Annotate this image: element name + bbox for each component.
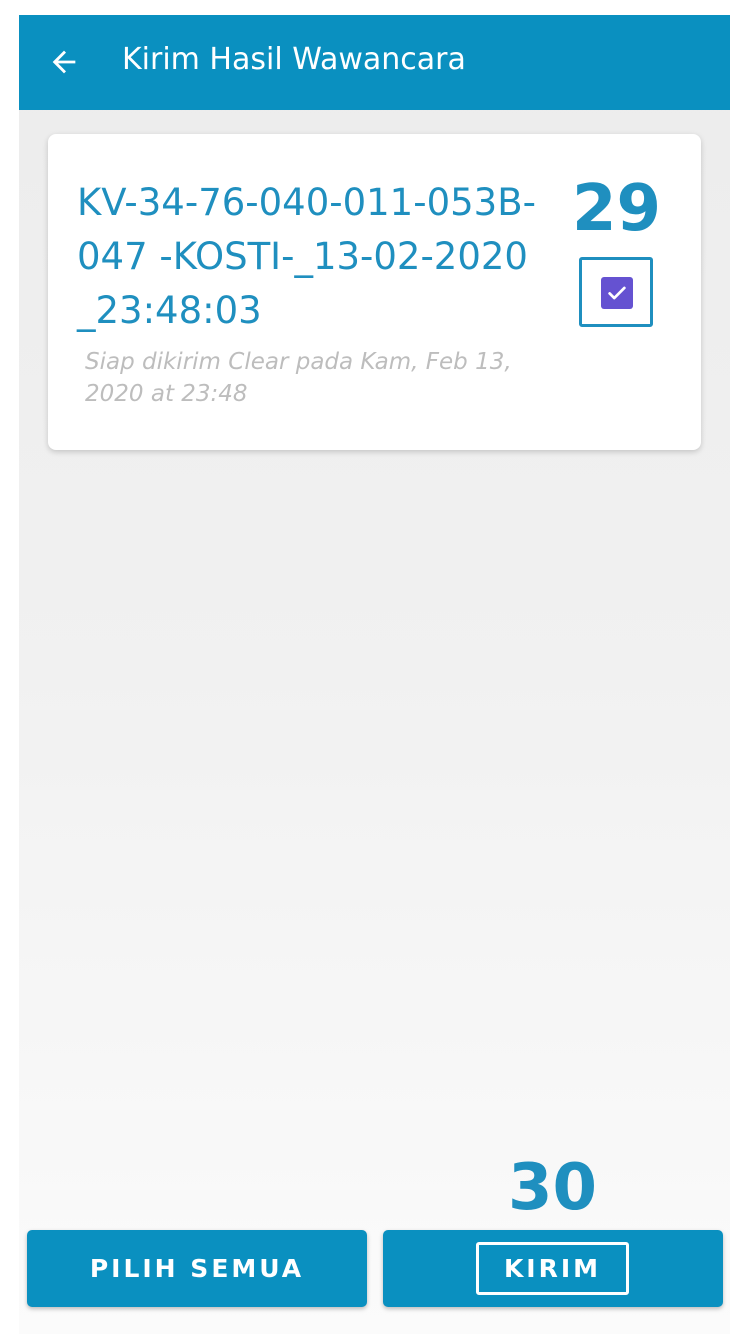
check-icon bbox=[608, 286, 626, 300]
interview-status: Siap dikirim Clear pada Kam, Feb 13, 202… bbox=[85, 349, 512, 407]
send-button[interactable]: KIRIM bbox=[383, 1230, 723, 1307]
annotation-label-send: 30 bbox=[508, 1151, 598, 1225]
annotation-label-checkbox: 29 bbox=[572, 172, 662, 246]
page-title: Kirim Hasil Wawancara bbox=[122, 42, 466, 77]
checkbox-highlight-frame[interactable] bbox=[579, 257, 653, 327]
interview-filename: KV-34-76-040-011-053B-047 -KOSTI-_13-02-… bbox=[77, 181, 536, 332]
select-all-button[interactable]: PILIH SEMUA bbox=[27, 1230, 367, 1307]
interview-card[interactable]: KV-34-76-040-011-053B-047 -KOSTI-_13-02-… bbox=[48, 134, 701, 450]
send-button-label: KIRIM bbox=[476, 1242, 629, 1295]
app-screen: Kirim Hasil Wawancara KV-34-76-040-011-0… bbox=[19, 15, 730, 1334]
select-checkbox[interactable] bbox=[601, 277, 633, 309]
arrow-left-icon[interactable] bbox=[47, 45, 81, 79]
app-bar: Kirim Hasil Wawancara bbox=[19, 15, 730, 110]
